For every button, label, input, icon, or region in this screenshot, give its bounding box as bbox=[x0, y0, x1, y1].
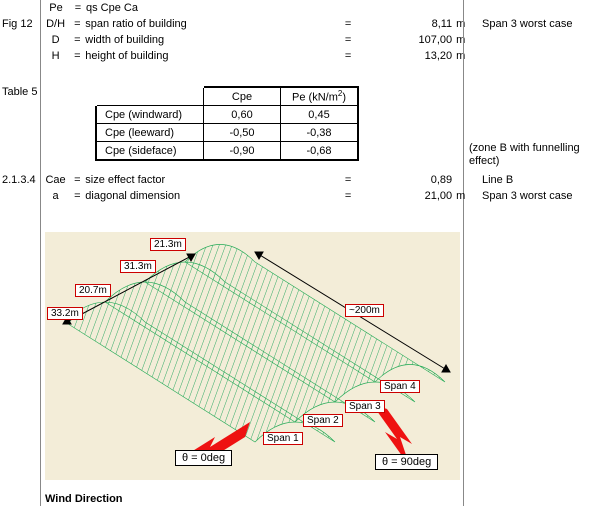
note-zone-b: (zone B with funnelling effect) bbox=[469, 142, 589, 168]
dim-33-2: 33.2m bbox=[47, 307, 83, 320]
theta-0: θ = 0deg bbox=[175, 450, 232, 466]
cell-pe: 0,45 bbox=[281, 106, 359, 124]
sym: Cae bbox=[42, 174, 70, 186]
theta-90: θ = 90deg bbox=[375, 454, 438, 470]
dim-31-3: 31.3m bbox=[120, 260, 156, 273]
cell-pe: -0,38 bbox=[281, 124, 359, 142]
desc: span ratio of building bbox=[85, 18, 293, 30]
unit: m bbox=[454, 190, 476, 202]
table5-ref: Table 5 bbox=[2, 86, 37, 98]
table-row: Cpe (leeward) -0,50 -0,38 bbox=[96, 124, 358, 142]
note: Line B bbox=[476, 174, 601, 186]
row-cae: 2.1.3.4 Cae = size effect factor = 0,89 … bbox=[0, 172, 601, 188]
unit: m bbox=[454, 34, 476, 46]
desc: qs Cpe Ca bbox=[86, 2, 296, 14]
roof-svg bbox=[45, 232, 460, 480]
dim-200m: ~200m bbox=[345, 304, 384, 317]
sym: D bbox=[42, 34, 70, 46]
hdr-pe: Pe (kN/m2) bbox=[281, 87, 359, 106]
table-row: Cpe (sideface) -0,90 -0,68 bbox=[96, 142, 358, 161]
equals: = bbox=[69, 50, 85, 62]
val: 21,00 bbox=[403, 190, 455, 202]
unit: m bbox=[454, 50, 476, 62]
sym: H bbox=[42, 50, 70, 62]
ref: 2.1.3.4 bbox=[0, 174, 42, 186]
row-dh: Fig 12 D/H = span ratio of building = 8,… bbox=[0, 16, 601, 32]
table-row: Cpe (windward) 0,60 0,45 bbox=[96, 106, 358, 124]
cpe-table: Cpe Pe (kN/m2) Cpe (windward) 0,60 0,45 … bbox=[95, 86, 359, 161]
desc: size effect factor bbox=[85, 174, 293, 186]
val: 13,20 bbox=[403, 50, 455, 62]
desc: height of building bbox=[85, 50, 293, 62]
equals: = bbox=[294, 174, 403, 186]
cell-label: Cpe (leeward) bbox=[96, 124, 204, 142]
cell-cpe: 0,60 bbox=[204, 106, 281, 124]
cell-cpe: -0,90 bbox=[204, 142, 281, 161]
gridline-right bbox=[463, 0, 464, 506]
note: Span 3 worst case bbox=[476, 190, 601, 202]
row-d: D = width of building = 107,00 m bbox=[0, 32, 601, 48]
equals: = bbox=[294, 18, 403, 30]
row-pe: Pe = qs Cpe Ca bbox=[0, 0, 601, 16]
gridline-left bbox=[40, 0, 41, 506]
note: Span 3 worst case bbox=[476, 18, 601, 30]
building-diagram: 21.3m 31.3m 20.7m 33.2m ~200m Span 1 Spa… bbox=[45, 232, 460, 480]
unit: m bbox=[454, 18, 476, 30]
row-h: H = height of building = 13,20 m bbox=[0, 48, 601, 64]
equals: = bbox=[69, 190, 85, 202]
sym: Pe bbox=[42, 2, 70, 14]
equals: = bbox=[294, 50, 403, 62]
desc: diagonal dimension bbox=[85, 190, 293, 202]
val: 8,11 bbox=[403, 18, 455, 30]
label-span1: Span 1 bbox=[263, 432, 303, 445]
equals: = bbox=[294, 34, 403, 46]
table-row-header: Cpe Pe (kN/m2) bbox=[96, 87, 358, 106]
cell-cpe: -0,50 bbox=[204, 124, 281, 142]
desc: width of building bbox=[85, 34, 293, 46]
dim-20-7: 20.7m bbox=[75, 284, 111, 297]
equals: = bbox=[69, 174, 85, 186]
hdr-cpe: Cpe bbox=[204, 87, 281, 106]
sym: a bbox=[42, 190, 70, 202]
dim-21-3: 21.3m bbox=[150, 238, 186, 251]
wind-direction-caption: Wind Direction bbox=[45, 493, 123, 505]
label-span3: Span 3 bbox=[345, 400, 385, 413]
cell-pe: -0,68 bbox=[281, 142, 359, 161]
val: 107,00 bbox=[403, 34, 455, 46]
equals: = bbox=[70, 2, 86, 14]
equals: = bbox=[69, 18, 85, 30]
ref: Fig 12 bbox=[0, 18, 42, 30]
row-a: a = diagonal dimension = 21,00 m Span 3 … bbox=[0, 188, 601, 204]
label-span4: Span 4 bbox=[380, 380, 420, 393]
sym: D/H bbox=[42, 18, 70, 30]
equals: = bbox=[294, 190, 403, 202]
val: 0,89 bbox=[403, 174, 455, 186]
label-span2: Span 2 bbox=[303, 414, 343, 427]
cell-label: Cpe (sideface) bbox=[96, 142, 204, 161]
cell-label: Cpe (windward) bbox=[96, 106, 204, 124]
equals: = bbox=[69, 34, 85, 46]
page: Pe = qs Cpe Ca Fig 12 D/H = span ratio o… bbox=[0, 0, 601, 506]
